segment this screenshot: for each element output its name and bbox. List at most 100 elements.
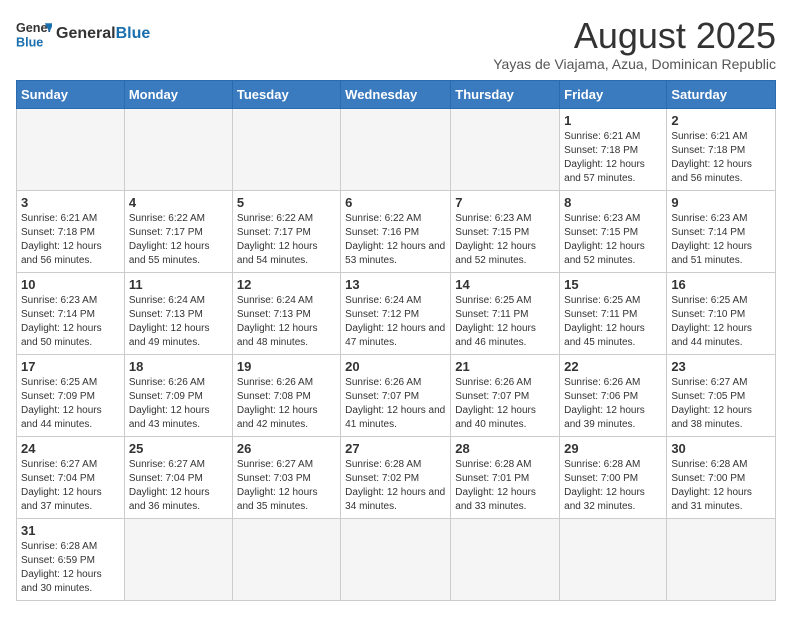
logo-general-text: GeneralBlue — [56, 25, 150, 43]
week-row-2: 3Sunrise: 6:21 AM Sunset: 7:18 PM Daylig… — [17, 190, 776, 272]
day-info: Sunrise: 6:26 AM Sunset: 7:08 PM Dayligh… — [237, 376, 336, 432]
logo-icon: General Blue — [16, 16, 52, 52]
calendar-cell — [560, 518, 667, 600]
day-number: 19 — [237, 359, 336, 374]
calendar-cell — [17, 108, 125, 190]
day-info: Sunrise: 6:26 AM Sunset: 7:07 PM Dayligh… — [345, 376, 446, 432]
day-number: 12 — [237, 277, 336, 292]
day-info: Sunrise: 6:28 AM Sunset: 7:00 PM Dayligh… — [564, 458, 662, 514]
day-number: 8 — [564, 195, 662, 210]
day-number: 17 — [21, 359, 120, 374]
day-info: Sunrise: 6:22 AM Sunset: 7:17 PM Dayligh… — [237, 212, 336, 268]
calendar-cell: 17 Sunrise: 6:25 AM Sunset: 7:09 PM Dayli… — [17, 354, 125, 436]
month-year-title: August 2025 — [493, 16, 776, 56]
location-subtitle: Yayas de Viajama, Azua, Dominican Republ… — [493, 56, 776, 72]
calendar-cell: 23Sunrise: 6:27 AM Sunset: 7:05 PM Dayli… — [667, 354, 776, 436]
day-number: 14 — [455, 277, 555, 292]
calendar-cell: 24Sunrise: 6:27 AM Sunset: 7:04 PM Dayli… — [17, 436, 125, 518]
day-number: 29 — [564, 441, 662, 456]
calendar-cell — [124, 108, 232, 190]
day-number: 27 — [345, 441, 446, 456]
weekday-header-saturday: Saturday — [667, 80, 776, 108]
calendar-cell: 1Sunrise: 6:21 AM Sunset: 7:18 PM Daylig… — [560, 108, 667, 190]
day-info: Sunrise: 6:28 AM Sunset: 7:00 PM Dayligh… — [671, 458, 771, 514]
day-info: Sunrise: 6:26 AM Sunset: 7:07 PM Dayligh… — [455, 376, 555, 432]
day-info: Sunrise: 6:26 AM Sunset: 7:09 PM Dayligh… — [129, 376, 228, 432]
day-number: 25 — [129, 441, 228, 456]
day-number: 21 — [455, 359, 555, 374]
calendar-cell: 5 Sunrise: 6:22 AM Sunset: 7:17 PM Daylig… — [232, 190, 340, 272]
calendar-cell — [232, 108, 340, 190]
day-info: Sunrise: 6:25 AM Sunset: 7:09 PM Dayligh… — [21, 376, 120, 432]
calendar-cell: 8 Sunrise: 6:23 AM Sunset: 7:15 PM Daylig… — [560, 190, 667, 272]
calendar-cell: 21 Sunrise: 6:26 AM Sunset: 7:07 PM Dayli… — [451, 354, 560, 436]
calendar-cell: 20 Sunrise: 6:26 AM Sunset: 7:07 PM Dayli… — [341, 354, 451, 436]
calendar-cell: 15Sunrise: 6:25 AM Sunset: 7:11 PM Dayli… — [560, 272, 667, 354]
day-info: Sunrise: 6:23 AM Sunset: 7:15 PM Dayligh… — [564, 212, 662, 268]
calendar-cell: 10 Sunrise: 6:23 AM Sunset: 7:14 PM Dayli… — [17, 272, 125, 354]
day-number: 2 — [671, 113, 771, 128]
day-number: 18 — [129, 359, 228, 374]
day-number: 1 — [564, 113, 662, 128]
day-info: Sunrise: 6:27 AM Sunset: 7:03 PM Dayligh… — [237, 458, 336, 514]
calendar-cell: 16Sunrise: 6:25 AM Sunset: 7:10 PM Dayli… — [667, 272, 776, 354]
day-info: Sunrise: 6:23 AM Sunset: 7:14 PM Dayligh… — [21, 294, 120, 350]
day-info: Sunrise: 6:28 AM Sunset: 7:02 PM Dayligh… — [345, 458, 446, 514]
day-info: Sunrise: 6:23 AM Sunset: 7:14 PM Dayligh… — [671, 212, 771, 268]
calendar-cell: 4Sunrise: 6:22 AM Sunset: 7:17 PM Daylig… — [124, 190, 232, 272]
calendar-cell: 18 Sunrise: 6:26 AM Sunset: 7:09 PM Dayli… — [124, 354, 232, 436]
calendar-cell — [341, 518, 451, 600]
calendar-cell — [124, 518, 232, 600]
weekday-header-tuesday: Tuesday — [232, 80, 340, 108]
calendar-cell: 19 Sunrise: 6:26 AM Sunset: 7:08 PM Dayli… — [232, 354, 340, 436]
day-info: Sunrise: 6:28 AM Sunset: 6:59 PM Dayligh… — [21, 540, 120, 596]
day-number: 13 — [345, 277, 446, 292]
calendar-cell: 22Sunrise: 6:26 AM Sunset: 7:06 PM Dayli… — [560, 354, 667, 436]
day-number: 30 — [671, 441, 771, 456]
day-info: Sunrise: 6:22 AM Sunset: 7:17 PM Dayligh… — [129, 212, 228, 268]
calendar-cell: 26 Sunrise: 6:27 AM Sunset: 7:03 PM Dayli… — [232, 436, 340, 518]
title-section: August 2025 Yayas de Viajama, Azua, Domi… — [493, 16, 776, 72]
calendar-cell: 7Sunrise: 6:23 AM Sunset: 7:15 PM Daylig… — [451, 190, 560, 272]
day-info: Sunrise: 6:28 AM Sunset: 7:01 PM Dayligh… — [455, 458, 555, 514]
day-info: Sunrise: 6:25 AM Sunset: 7:11 PM Dayligh… — [455, 294, 555, 350]
day-info: Sunrise: 6:22 AM Sunset: 7:16 PM Dayligh… — [345, 212, 446, 268]
logo: General Blue GeneralBlue — [16, 16, 150, 52]
svg-text:Blue: Blue — [16, 36, 43, 50]
week-row-6: 31 Sunrise: 6:28 AM Sunset: 6:59 PM Dayli… — [17, 518, 776, 600]
day-info: Sunrise: 6:25 AM Sunset: 7:10 PM Dayligh… — [671, 294, 771, 350]
calendar-cell — [667, 518, 776, 600]
day-number: 26 — [237, 441, 336, 456]
weekday-header-wednesday: Wednesday — [341, 80, 451, 108]
weekday-header-monday: Monday — [124, 80, 232, 108]
day-number: 9 — [671, 195, 771, 210]
calendar-cell: 29 Sunrise: 6:28 AM Sunset: 7:00 PM Dayli… — [560, 436, 667, 518]
day-info: Sunrise: 6:24 AM Sunset: 7:12 PM Dayligh… — [345, 294, 446, 350]
day-number: 6 — [345, 195, 446, 210]
logo-blue-text: Blue — [116, 25, 151, 42]
day-number: 15 — [564, 277, 662, 292]
calendar-cell — [451, 518, 560, 600]
week-row-4: 17 Sunrise: 6:25 AM Sunset: 7:09 PM Dayli… — [17, 354, 776, 436]
calendar-table: SundayMondayTuesdayWednesdayThursdayFrid… — [16, 80, 776, 601]
day-number: 31 — [21, 523, 120, 538]
day-info: Sunrise: 6:23 AM Sunset: 7:15 PM Dayligh… — [455, 212, 555, 268]
page-header: General Blue GeneralBlue August 2025 Yay… — [16, 16, 776, 72]
day-number: 10 — [21, 277, 120, 292]
day-number: 3 — [21, 195, 120, 210]
calendar-cell: 11Sunrise: 6:24 AM Sunset: 7:13 PM Dayli… — [124, 272, 232, 354]
day-number: 24 — [21, 441, 120, 456]
calendar-cell: 12Sunrise: 6:24 AM Sunset: 7:13 PM Dayli… — [232, 272, 340, 354]
day-info: Sunrise: 6:27 AM Sunset: 7:05 PM Dayligh… — [671, 376, 771, 432]
calendar-cell — [451, 108, 560, 190]
calendar-cell: 9 Sunrise: 6:23 AM Sunset: 7:14 PM Daylig… — [667, 190, 776, 272]
day-number: 5 — [237, 195, 336, 210]
day-number: 11 — [129, 277, 228, 292]
calendar-cell — [341, 108, 451, 190]
day-number: 28 — [455, 441, 555, 456]
calendar-cell: 27 Sunrise: 6:28 AM Sunset: 7:02 PM Dayli… — [341, 436, 451, 518]
day-number: 20 — [345, 359, 446, 374]
weekday-header-thursday: Thursday — [451, 80, 560, 108]
calendar-cell: 25Sunrise: 6:27 AM Sunset: 7:04 PM Dayli… — [124, 436, 232, 518]
week-row-5: 24Sunrise: 6:27 AM Sunset: 7:04 PM Dayli… — [17, 436, 776, 518]
